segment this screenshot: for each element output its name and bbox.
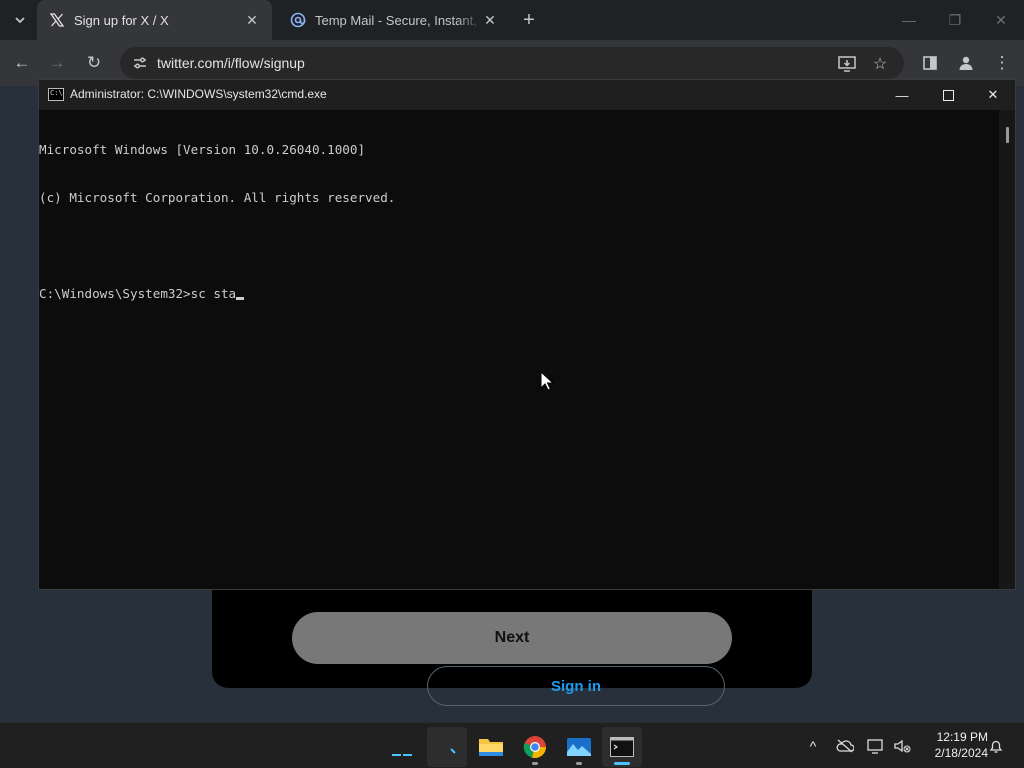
search-button[interactable] xyxy=(427,727,467,767)
text-cursor xyxy=(236,297,245,300)
tab-search-button[interactable] xyxy=(8,8,32,32)
volume-muted-icon[interactable] xyxy=(892,736,912,756)
address-bar[interactable]: twitter.com/i/flow/signup ☆ xyxy=(120,47,904,79)
notification-bell-icon[interactable] xyxy=(986,736,1006,756)
chevron-down-icon xyxy=(15,17,25,24)
onedrive-offline-icon[interactable] xyxy=(835,736,855,756)
sign-in-button[interactable]: Sign in xyxy=(427,666,725,706)
windows-logo-icon xyxy=(392,754,412,756)
restore-icon[interactable]: ❐ xyxy=(932,0,978,40)
cmd-window[interactable]: C:\ Administrator: C:\WINDOWS\system32\c… xyxy=(38,79,1016,590)
menu-kebab-icon[interactable]: ⋮ xyxy=(990,51,1014,75)
forward-icon[interactable]: → xyxy=(45,51,69,75)
cmd-close-icon[interactable]: ✕ xyxy=(970,80,1016,110)
windows-taskbar: ^ 12:19 PM 2/18/2024 xyxy=(0,722,1024,768)
console-prompt-line: C:\Windows\System32>sc sta xyxy=(39,286,999,302)
profile-icon[interactable] xyxy=(954,51,978,75)
file-explorer-button[interactable] xyxy=(471,727,511,767)
minimize-icon[interactable]: — xyxy=(886,0,932,40)
new-tab-button[interactable]: + xyxy=(518,9,540,31)
clock-date: 2/18/2024 xyxy=(934,746,988,760)
close-icon[interactable]: ✕ xyxy=(978,0,1024,40)
tab-title: Sign up for X / X xyxy=(74,12,169,28)
active-indicator xyxy=(614,762,630,765)
x-logo-icon xyxy=(49,12,65,28)
running-indicator xyxy=(532,762,538,765)
photos-icon xyxy=(567,738,591,756)
folder-icon xyxy=(479,739,503,756)
start-button[interactable] xyxy=(382,727,422,767)
tab-temp-mail[interactable]: Temp Mail - Secure, Instant, Fast ✕ xyxy=(278,0,510,40)
console-line: Microsoft Windows [Version 10.0.26040.10… xyxy=(39,142,366,157)
cmd-title-bar[interactable]: C:\ Administrator: C:\WINDOWS\system32\c… xyxy=(39,80,1015,110)
install-app-icon[interactable] xyxy=(838,55,856,73)
back-icon[interactable]: ← xyxy=(10,51,34,75)
search-icon xyxy=(450,748,456,754)
cmd-maximize-icon[interactable] xyxy=(925,80,971,110)
cmd-window-title: Administrator: C:\WINDOWS\system32\cmd.e… xyxy=(70,87,327,101)
mouse-pointer-icon xyxy=(540,371,554,391)
url-text: twitter.com/i/flow/signup xyxy=(157,55,305,71)
tab-title: Temp Mail - Secure, Instant, Fast xyxy=(315,12,482,28)
next-button[interactable]: Next xyxy=(292,612,732,664)
browser-tab-strip: Sign up for X / X ✕ Temp Mail - Secure, … xyxy=(0,0,1024,40)
side-panel-icon[interactable] xyxy=(918,51,942,75)
bookmark-star-icon[interactable]: ☆ xyxy=(871,55,889,73)
running-indicator xyxy=(576,762,582,765)
system-clock[interactable]: 12:19 PM 2/18/2024 xyxy=(918,729,988,761)
site-info-icon[interactable] xyxy=(132,55,148,71)
console-line: (c) Microsoft Corporation. All rights re… xyxy=(39,190,396,205)
temp-mail-icon xyxy=(290,12,306,28)
cmd-scrollbar[interactable] xyxy=(999,110,1015,589)
cmd-taskbar-button[interactable] xyxy=(602,727,642,767)
tab-signup-x[interactable]: Sign up for X / X ✕ xyxy=(37,0,272,40)
chrome-icon xyxy=(523,736,546,759)
clock-time: 12:19 PM xyxy=(936,730,988,744)
cmd-minimize-icon[interactable]: — xyxy=(879,80,925,110)
cmd-icon: C:\ xyxy=(48,88,64,101)
terminal-icon xyxy=(610,737,634,757)
tab-close-icon[interactable]: ✕ xyxy=(482,12,498,28)
console-input: C:\Windows\System32>sc sta xyxy=(39,286,237,301)
scrollbar-thumb[interactable] xyxy=(1006,127,1009,143)
cmd-console-output[interactable]: Microsoft Windows [Version 10.0.26040.10… xyxy=(39,110,999,589)
reload-icon[interactable]: ↻ xyxy=(82,51,106,75)
chrome-button[interactable] xyxy=(515,727,555,767)
tab-close-icon[interactable]: ✕ xyxy=(244,12,260,28)
show-hidden-icons-chevron-icon[interactable]: ^ xyxy=(803,736,823,756)
network-icon[interactable] xyxy=(866,736,886,756)
photos-app-button[interactable] xyxy=(559,727,599,767)
